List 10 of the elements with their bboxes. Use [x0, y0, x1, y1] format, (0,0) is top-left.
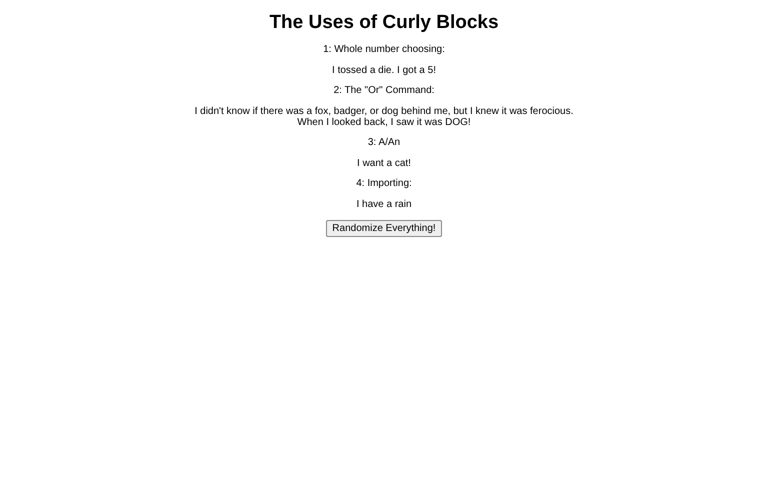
section-text: I want a cat! — [357, 158, 411, 168]
section-heading: 1: Whole number choosing: — [323, 44, 445, 55]
section-heading: 3: A/An — [368, 137, 400, 148]
section-text: I tossed a die. I got a 5! — [332, 64, 436, 76]
section-heading: 4: Importing: — [356, 178, 412, 189]
section-heading: 2: The "Or" Command: — [334, 85, 434, 96]
section-text: I didn't know if there was a fox, badger, or dog behind me, but I knew it was ferocious. When I looked back, I saw it was DOG! — [194, 106, 574, 128]
section-text: I have a rain — [356, 198, 412, 210]
randomize-button[interactable]: Randomize Everything! — [326, 220, 442, 237]
page-title: The Uses of Curly Blocks — [269, 12, 499, 34]
